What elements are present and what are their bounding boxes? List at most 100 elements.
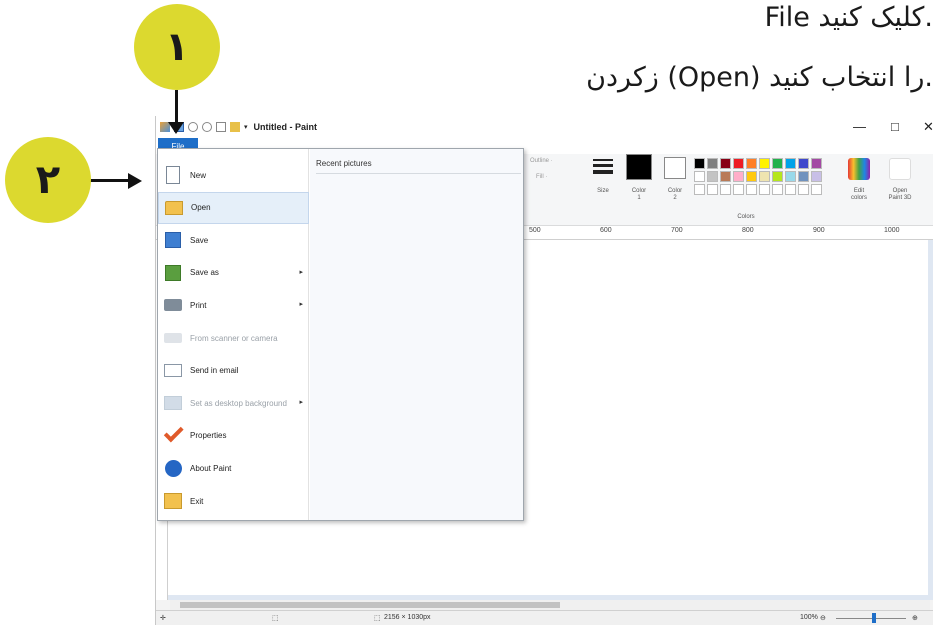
save-icon — [162, 229, 184, 251]
ruler-tick-label: 700 — [671, 227, 683, 234]
menu-item-open[interactable]: Open — [158, 191, 309, 224]
add-icon: ✛ — [160, 615, 166, 622]
palette-swatch[interactable] — [733, 184, 744, 195]
palette-swatch[interactable] — [694, 171, 705, 182]
recent-pictures-title: Recent pictures — [316, 159, 372, 168]
file-menu: New Open Save Save as ▸ Print ▸ From scanner or… — [157, 148, 524, 521]
open-folder-icon-shape — [165, 200, 183, 215]
scrollbar-thumb[interactable] — [180, 602, 560, 608]
menu-item-new[interactable]: New — [158, 159, 309, 191]
horizontal-scrollbar[interactable] — [170, 600, 930, 610]
close-button[interactable]: ✕ — [923, 119, 933, 135]
palette-swatch[interactable] — [707, 184, 718, 195]
callout2-arrow-head — [128, 173, 142, 189]
submenu-arrow-icon: ▸ — [299, 301, 303, 309]
menu-item-label: Exit — [190, 496, 204, 506]
palette-swatch[interactable] — [798, 184, 809, 195]
open-paint3d-button[interactable]: Open Paint 3D — [880, 188, 920, 202]
recent-pictures-pane: Recent pictures — [310, 149, 523, 520]
fill-button[interactable]: Fill · — [536, 174, 576, 181]
palette-swatch[interactable] — [707, 171, 718, 182]
menu-item-exit[interactable]: Exit — [158, 485, 309, 517]
palette-swatch[interactable] — [785, 158, 796, 169]
desktop-background-icon-shape — [164, 396, 182, 411]
scanner-icon-shape — [164, 333, 182, 343]
new-file-icon-shape — [166, 166, 180, 184]
palette-swatch[interactable] — [772, 184, 783, 195]
palette-swatch[interactable] — [759, 171, 770, 182]
ruler-tick-label: 900 — [813, 227, 825, 234]
palette-swatch[interactable] — [811, 158, 822, 169]
zoom-in-button[interactable]: ⊕ — [912, 614, 918, 622]
zoom-level: 100% — [800, 614, 818, 621]
palette-swatch[interactable] — [811, 171, 822, 182]
save-as-icon — [162, 262, 184, 284]
palette-swatch[interactable] — [707, 158, 718, 169]
palette-swatch[interactable] — [746, 171, 757, 182]
menu-item-properties[interactable]: Properties — [158, 420, 309, 452]
palette-swatch[interactable] — [785, 184, 796, 195]
image-size-icon: ⬚ — [374, 615, 381, 622]
palette-swatch[interactable] — [746, 184, 757, 195]
menu-item-about-paint[interactable]: About Paint — [158, 452, 309, 484]
color2-swatch[interactable] — [664, 157, 686, 179]
palette-swatch[interactable] — [733, 171, 744, 182]
title-bar: ▾ Untitled - Paint — □ ✕ — [156, 116, 933, 138]
menu-item-from-scanner-or-camera: From scanner or camera — [158, 322, 309, 354]
palette-swatch[interactable] — [720, 171, 731, 182]
menu-item-label: Save — [190, 235, 209, 245]
menu-item-send-in-email[interactable]: Send in email — [158, 355, 309, 387]
zoom-slider-thumb[interactable] — [872, 613, 876, 623]
colors-group-label: Colors — [737, 214, 755, 220]
exit-icon — [162, 490, 184, 512]
ruler-tick-label: 500 — [529, 227, 541, 234]
menu-item-save[interactable]: Save — [158, 224, 309, 256]
size-icon[interactable] — [593, 156, 613, 178]
menu-item-print[interactable]: Print ▸ — [158, 289, 309, 321]
customize-qat-icon[interactable]: ▾ — [244, 123, 248, 131]
submenu-arrow-icon: ▸ — [299, 268, 303, 276]
palette-swatch[interactable] — [772, 171, 783, 182]
ruler-tick-label: 1000 — [884, 227, 900, 234]
file-menu-commands: New Open Save Save as ▸ Print ▸ From scanner or… — [158, 149, 309, 520]
color1-swatch[interactable] — [626, 154, 652, 180]
ruler-tick-label: 800 — [742, 227, 754, 234]
maximize-button[interactable]: □ — [891, 119, 899, 134]
paint3d-icon[interactable] — [889, 158, 911, 180]
undo-icon[interactable] — [188, 122, 198, 132]
palette-swatch[interactable] — [759, 184, 770, 195]
exit-icon-shape — [164, 493, 182, 509]
zoom-out-button[interactable]: ⊖ — [820, 614, 826, 622]
info-icon — [162, 457, 184, 479]
palette-swatch[interactable] — [811, 184, 822, 195]
palette-swatch[interactable] — [694, 184, 705, 195]
palette-swatch[interactable] — [785, 171, 796, 182]
open-folder-icon — [163, 197, 185, 219]
palette-swatch[interactable] — [772, 158, 783, 169]
palette-swatch[interactable] — [798, 171, 809, 182]
menu-item-label: Send in email — [190, 366, 239, 376]
palette-swatch[interactable] — [720, 158, 731, 169]
submenu-arrow-icon: ▸ — [299, 399, 303, 407]
menu-item-label: From scanner or camera — [190, 333, 278, 343]
palette-swatch[interactable] — [798, 158, 809, 169]
palette-swatch[interactable] — [694, 158, 705, 169]
edit-colors-button[interactable]: Edit colors — [842, 188, 876, 202]
new-quick-icon[interactable] — [216, 122, 226, 132]
palette-swatch[interactable] — [759, 158, 770, 169]
color2-label: Color 2 — [667, 188, 683, 201]
edit-colors-icon[interactable] — [848, 158, 870, 180]
color-palette — [694, 158, 822, 195]
selection-size-icon: ⬚ — [272, 615, 279, 622]
instruction-line-1: File کلیک کنید. — [764, 2, 933, 33]
zoom-slider[interactable] — [836, 618, 906, 619]
minimize-button[interactable]: — — [853, 119, 866, 134]
properties-quick-icon[interactable] — [230, 122, 240, 132]
menu-item-save-as[interactable]: Save as ▸ — [158, 257, 309, 289]
redo-icon[interactable] — [202, 122, 212, 132]
menu-item-label: Properties — [190, 431, 227, 441]
palette-swatch[interactable] — [720, 184, 731, 195]
palette-swatch[interactable] — [733, 158, 744, 169]
palette-swatch[interactable] — [746, 158, 757, 169]
outline-button[interactable]: Outline · — [530, 158, 570, 165]
